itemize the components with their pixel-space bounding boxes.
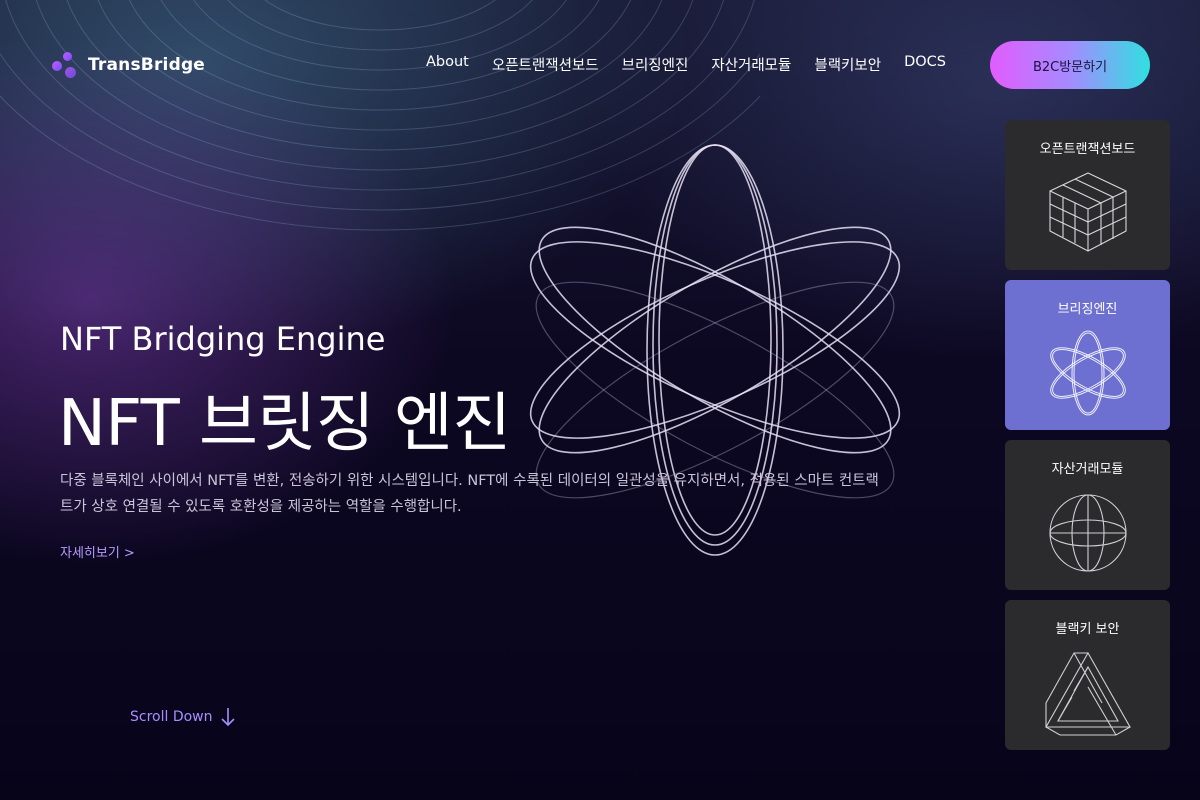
atom-icon [1049, 330, 1126, 416]
nav-item-docs[interactable]: DOCS [904, 54, 946, 75]
card-title: 블랙키 보안 [1055, 622, 1120, 637]
main-nav: About 오픈트랜잭션보드 브리징엔진 자산거래모듈 블랙키보안 DOCS [426, 54, 946, 75]
card-bridging-engine[interactable]: 브리징엔진 [1005, 280, 1170, 430]
nav-item-asset-trading-module[interactable]: 자산거래모듈 [711, 54, 791, 75]
scroll-down-link[interactable]: Scroll Down [130, 707, 235, 727]
penrose-triangle-icon [1044, 651, 1131, 736]
card-asset-trading-module[interactable]: 자산거래모듈 [1005, 440, 1170, 590]
nav-item-blackkey-security[interactable]: 블랙키보안 [814, 54, 881, 75]
card-blackkey-security[interactable]: 블랙키 보안 [1005, 600, 1170, 750]
hero-description: 다중 블록체인 사이에서 NFT를 변환, 전송하기 위한 시스템입니다. NF… [60, 473, 879, 515]
hero-subtitle: NFT Bridging Engine [60, 320, 386, 358]
card-title: 오픈트랜잭션보드 [1039, 142, 1136, 157]
nav-item-bridging-engine[interactable]: 브리징엔진 [622, 54, 689, 75]
globe-icon [1048, 494, 1127, 572]
card-title: 자산거래모듈 [1051, 462, 1124, 477]
brand-name: TransBridge [88, 55, 206, 75]
b2c-visit-button[interactable]: B2C방문하기 [990, 41, 1150, 89]
logo-dots-icon [52, 52, 78, 78]
brand-logo[interactable]: TransBridge [52, 52, 205, 78]
card-open-transaction-board[interactable]: 오픈트랜잭션보드 [1005, 120, 1170, 270]
feature-cards: 오픈트랜잭션보드 브리징엔진 자산거래모듈 블랙키 보안 [1005, 120, 1170, 760]
learn-more-link[interactable]: 자세히보기 > [60, 542, 135, 561]
scroll-down-label: Scroll Down [130, 709, 213, 725]
card-title: 브리징엔진 [1057, 302, 1118, 317]
hero-title: NFT 브릿징 엔진 [58, 387, 511, 461]
arrow-down-icon [220, 708, 235, 727]
nav-item-open-transaction-board[interactable]: 오픈트랜잭션보드 [492, 54, 599, 75]
site-header: TransBridge About 오픈트랜잭션보드 브리징엔진 자산거래모듈 … [0, 0, 1200, 130]
cube-icon [1048, 172, 1127, 252]
nav-item-about[interactable]: About [426, 54, 469, 75]
